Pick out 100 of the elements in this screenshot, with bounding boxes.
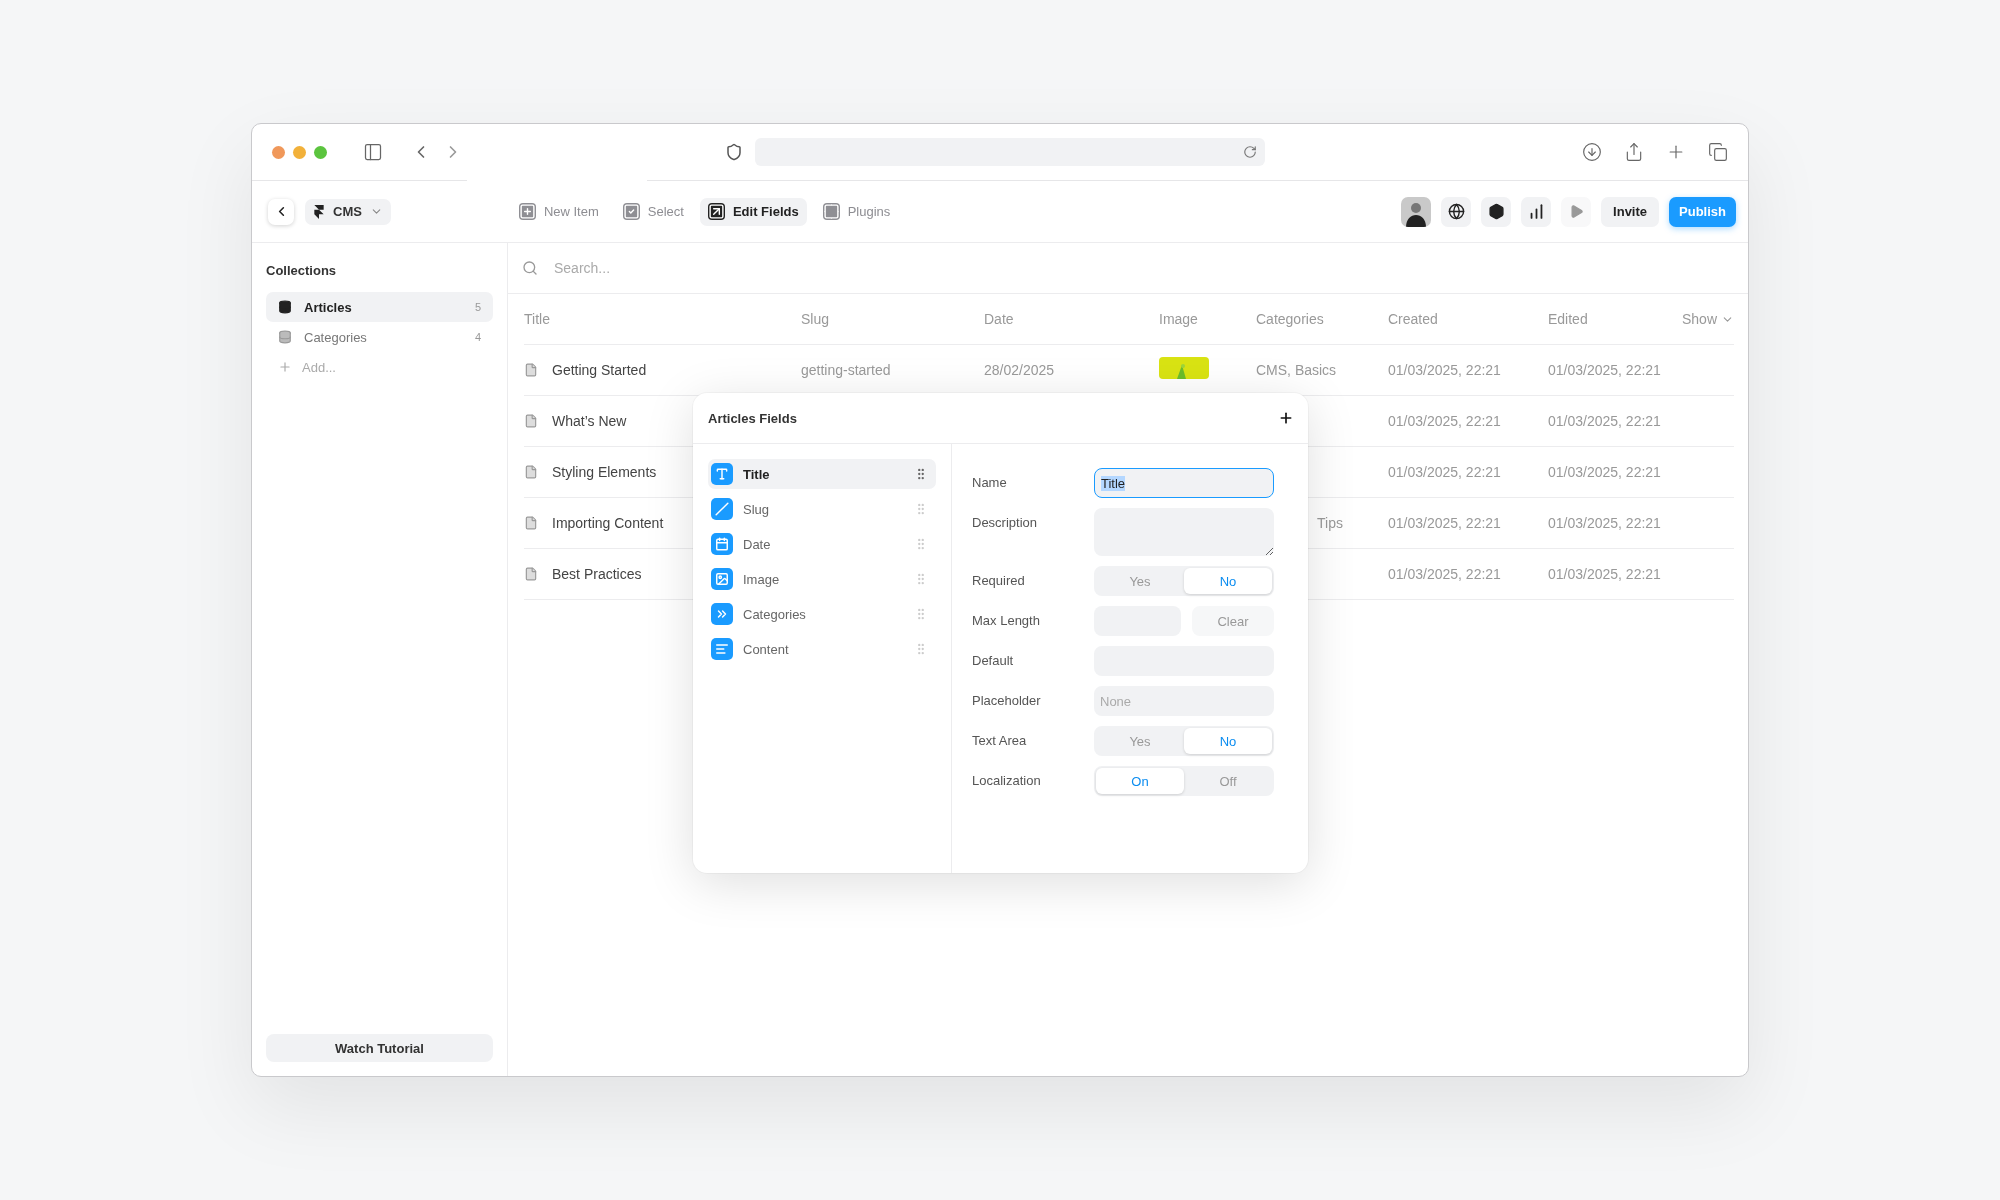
minimize-dot <box>293 145 306 159</box>
file-icon <box>524 363 538 377</box>
publish-button[interactable]: Publish <box>1669 196 1736 227</box>
segmented-control[interactable]: Yes No <box>1094 726 1274 756</box>
chart-button[interactable] <box>1521 196 1552 227</box>
table-cell: getting-started <box>801 362 891 378</box>
description-field[interactable] <box>1094 508 1274 556</box>
tabs-icon[interactable] <box>1708 142 1728 162</box>
file-icon <box>524 567 538 581</box>
slash-icon <box>711 498 733 520</box>
toolbar-tab[interactable]: Select <box>614 197 692 226</box>
arrow-icon <box>707 203 725 220</box>
field-item[interactable]: Slug <box>708 494 936 524</box>
field-item[interactable]: Content <box>708 634 936 664</box>
table-cell: What’s New <box>552 413 627 429</box>
globe-icon <box>1447 203 1465 220</box>
add-collection-link[interactable]: Add... <box>266 352 493 382</box>
column-header: Date <box>984 311 1014 327</box>
segment-option[interactable]: No <box>1184 568 1272 594</box>
globe-button[interactable] <box>1441 196 1472 227</box>
name-field[interactable]: Title <box>1094 468 1274 498</box>
invite-button[interactable]: Invite <box>1601 196 1660 227</box>
avatar <box>1401 196 1432 227</box>
shield-icon <box>725 143 743 161</box>
back-button[interactable] <box>268 198 294 225</box>
tutorial-button[interactable]: Watch Tutorial <box>266 1034 493 1062</box>
field-label: Localization <box>972 772 1042 790</box>
toolbar-tab[interactable]: Plugins <box>814 197 899 226</box>
plus-icon <box>518 203 536 220</box>
download-icon[interactable] <box>1582 142 1602 162</box>
table-cell: Tips <box>1317 515 1343 531</box>
field-item[interactable]: Categories <box>708 599 936 629</box>
text-icon <box>711 463 733 485</box>
search-field[interactable]: Search... <box>552 259 956 277</box>
double-chevron-icon <box>711 603 733 625</box>
item-count: 4 <box>474 331 481 343</box>
table-cell: 01/03/2025, 22:21 <box>1548 464 1661 480</box>
toolbar-tab[interactable]: Edit Fields <box>699 197 807 226</box>
database-icon <box>278 330 292 344</box>
segment-option[interactable]: On <box>1096 768 1184 794</box>
segment-option[interactable]: No <box>1184 728 1272 754</box>
sidebar-icon[interactable] <box>363 142 383 162</box>
toolbar-tab[interactable]: New Item <box>510 197 607 226</box>
segment-option[interactable]: Off <box>1184 768 1272 794</box>
field-label: Description <box>972 514 1039 532</box>
table-cell: 01/03/2025, 22:21 <box>1548 362 1661 378</box>
table-cell: Best Practices <box>552 566 642 582</box>
plus-icon <box>1278 410 1294 426</box>
field-label: Max Length <box>972 612 1041 630</box>
field-label: Text Area <box>972 732 1028 750</box>
check-icon <box>622 203 640 220</box>
dialog-title: Articles Fields <box>708 410 797 426</box>
segment-option[interactable]: Yes <box>1096 568 1184 594</box>
table-cell: 01/03/2025, 22:21 <box>1548 515 1661 531</box>
collection-name: Categories <box>304 329 367 345</box>
column-header: Image <box>1159 311 1198 327</box>
segmented-control[interactable]: Yes No <box>1094 566 1274 596</box>
field-label: Required <box>972 572 1026 590</box>
table-cell: 01/03/2025, 22:21 <box>1388 566 1501 582</box>
field-item[interactable]: Title <box>708 459 936 489</box>
segmented-control[interactable]: On Off <box>1094 766 1274 796</box>
column-header: Categories <box>1256 311 1324 327</box>
lines-icon <box>711 638 733 660</box>
search-icon <box>522 260 538 276</box>
item-count: 5 <box>474 301 481 313</box>
column-header: Edited <box>1548 311 1588 327</box>
sidebar-item[interactable]: Categories 4 <box>266 322 493 352</box>
table-cell: 01/03/2025, 22:21 <box>1548 566 1661 582</box>
table-cell: 01/03/2025, 22:21 <box>1388 515 1501 531</box>
add-field-button[interactable] <box>1278 410 1294 426</box>
file-icon <box>524 414 538 428</box>
clear-button[interactable]: Clear <box>1192 606 1274 636</box>
sidebar-item[interactable]: Articles 5 <box>266 292 493 322</box>
field-item[interactable]: Image <box>708 564 936 594</box>
sidebar-title: Collections <box>266 263 338 278</box>
table-cell: CMS, Basics <box>1256 362 1337 378</box>
play-button[interactable] <box>1561 196 1592 227</box>
table-cell: Getting Started <box>552 362 647 378</box>
table-cell: 01/03/2025, 22:21 <box>1388 464 1501 480</box>
hexagon-button[interactable] <box>1481 196 1512 227</box>
share-icon[interactable] <box>1624 142 1644 162</box>
logo-icon <box>313 204 325 219</box>
field-item[interactable]: Date <box>708 529 936 559</box>
table-cell: 28/02/2025 <box>984 362 1055 378</box>
table-cell: Importing Content <box>552 515 664 531</box>
show-dropdown[interactable]: Show <box>1681 311 1734 327</box>
file-icon <box>524 516 538 530</box>
collection-dropdown[interactable]: CMS <box>305 198 391 225</box>
plus-icon <box>278 360 292 374</box>
column-header: Created <box>1388 311 1438 327</box>
reload-icon[interactable] <box>1243 145 1257 159</box>
table-cell: Styling Elements <box>552 464 657 480</box>
table-cell: 01/03/2025, 22:21 <box>1548 413 1661 429</box>
field-label: Name <box>972 474 1008 492</box>
database-icon <box>278 300 292 314</box>
file-icon <box>524 465 538 479</box>
column-header: Title <box>524 311 550 327</box>
text-field[interactable]: None <box>1094 686 1274 716</box>
field-label: Placeholder <box>972 692 1042 710</box>
segment-option[interactable]: Yes <box>1096 728 1184 754</box>
